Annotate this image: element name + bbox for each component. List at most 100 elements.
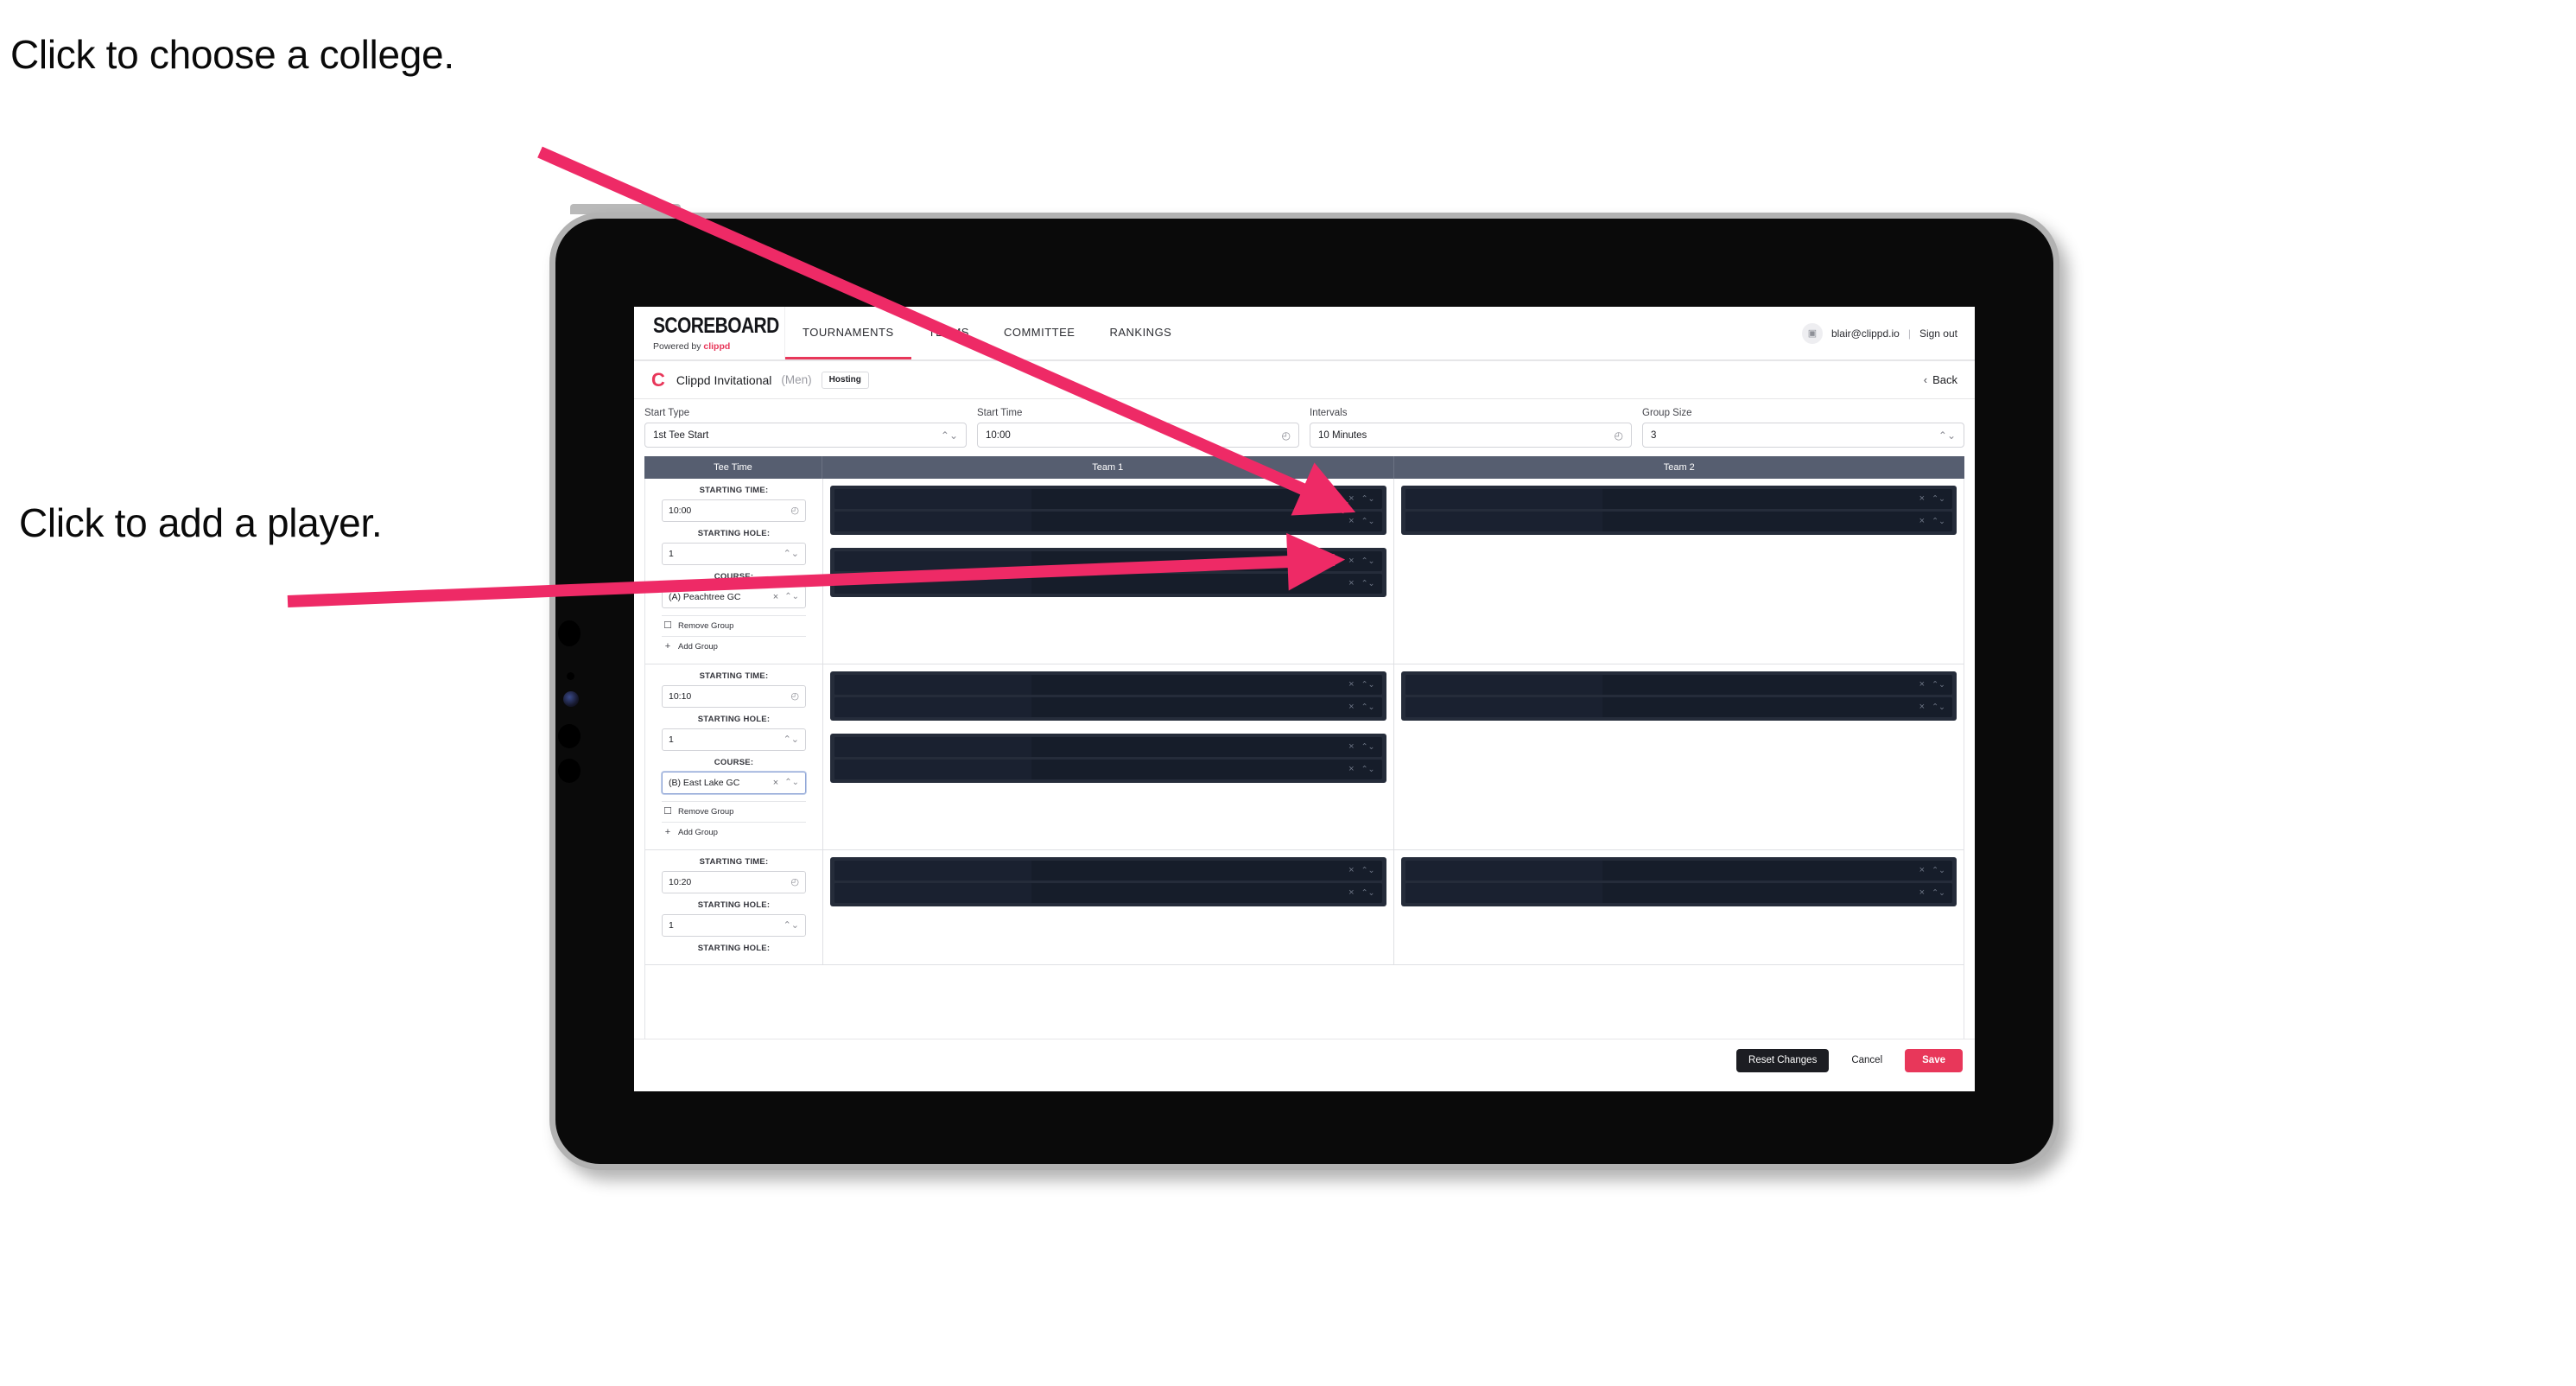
clear-icon[interactable]: × [773,778,784,788]
cancel-button[interactable]: Cancel [1839,1049,1894,1073]
starting-time-input[interactable]: 10:10 ◴ [662,685,806,708]
status-badge[interactable]: Hosting [821,371,869,389]
chevron-updown-icon[interactable]: ⌃⌄ [1361,518,1375,526]
brand-logo[interactable]: SCOREBOARD Powered by clippd [634,307,785,359]
chevron-updown-icon[interactable]: ⌃⌄ [1361,580,1375,588]
clear-icon[interactable]: × [1919,494,1925,504]
nav-tab-tournaments[interactable]: TOURNAMENTS [785,307,911,359]
chevron-updown-icon[interactable]: ⌃⌄ [784,593,799,601]
remove-group-button-label: Remove Group [678,621,734,631]
clear-icon[interactable]: × [1348,517,1354,526]
player-slot[interactable]: × ⌃⌄ [1405,883,1952,903]
chevron-updown-icon[interactable]: ⌃⌄ [1361,867,1375,875]
add-group-button[interactable]: + Add Group [662,822,806,842]
clear-icon[interactable]: × [1919,517,1925,526]
clear-icon[interactable]: × [1919,888,1925,898]
starting-hole-input[interactable]: 1 ⌃⌄ [662,914,806,937]
stepper-icon: ⌃⌄ [1938,429,1956,442]
avatar[interactable]: ▣ [1801,322,1823,344]
clock-icon[interactable]: ◴ [790,877,799,887]
chevron-updown-icon[interactable]: ⌃⌄ [784,549,799,559]
chevron-updown-icon[interactable]: ⌃⌄ [1361,766,1375,774]
sign-out-link[interactable]: Sign out [1919,327,1957,340]
player-slot[interactable]: × ⌃⌄ [834,574,1382,594]
starting-time-input[interactable]: 10:20 ◴ [662,871,806,893]
start-type-select[interactable]: 1st Tee Start ⌃⌄ [644,423,967,448]
plus-icon: + [664,641,671,652]
account-email[interactable]: blair@clippd.io [1831,327,1900,340]
chevron-updown-icon[interactable]: ⌃⌄ [1361,557,1375,566]
back-button[interactable]: ‹ Back [1924,373,1957,386]
clear-icon[interactable]: × [1348,866,1354,875]
nav-tab-committee[interactable]: COMMITTEE [987,307,1093,359]
remove-group-button[interactable]: ☐ Remove Group [662,801,806,822]
add-group-button-label: Add Group [678,642,718,652]
clear-icon[interactable]: × [1919,703,1925,712]
starting-hole-input[interactable]: 1 ⌃⌄ [662,728,806,751]
player-slot-placeholder [834,760,1032,779]
player-slot[interactable]: × ⌃⌄ [834,883,1382,903]
add-group-button[interactable]: + Add Group [662,636,806,657]
clear-icon[interactable]: × [1348,579,1354,588]
chevron-updown-icon[interactable]: ⌃⌄ [784,734,799,745]
player-slot[interactable]: × ⌃⌄ [1405,489,1952,509]
chevron-updown-icon[interactable]: ⌃⌄ [1361,495,1375,504]
chevron-updown-icon[interactable]: ⌃⌄ [1932,889,1945,898]
chevron-updown-icon[interactable]: ⌃⌄ [1932,703,1945,712]
clock-icon[interactable]: ◴ [790,505,799,516]
clear-icon[interactable]: × [1348,888,1354,898]
nav-tab-rankings[interactable]: RANKINGS [1092,307,1189,359]
remove-group-button[interactable]: ☐ Remove Group [662,615,806,636]
tee-sheet-table-body[interactable]: STARTING TIME: 10:00 ◴ STARTING HOLE: 1 ⌃⌄ COU… [644,479,1964,1039]
reset-changes-button[interactable]: Reset Changes [1736,1048,1830,1073]
player-slot[interactable]: × ⌃⌄ [834,551,1382,571]
field-group-size: Group Size 3 ⌃⌄ [1642,408,1964,448]
start-time-input[interactable]: 10:00 ◴ [977,423,1299,448]
clear-icon[interactable]: × [1348,680,1354,690]
player-slot[interactable]: × ⌃⌄ [1405,675,1952,695]
nav-tab-teams[interactable]: TEAMS [911,307,987,359]
starting-hole-input[interactable]: 1 ⌃⌄ [662,543,806,565]
chevron-updown-icon[interactable]: ⌃⌄ [1361,889,1375,898]
player-slot[interactable]: × ⌃⌄ [1405,512,1952,531]
player-group-panel: × ⌃⌄ × ⌃⌄ [830,548,1386,597]
chevron-updown-icon[interactable]: ⌃⌄ [784,779,799,787]
chevron-updown-icon[interactable]: ⌃⌄ [1932,681,1945,690]
player-group-panel: × ⌃⌄ × ⌃⌄ [1400,671,1957,721]
chevron-updown-icon[interactable]: ⌃⌄ [1361,743,1375,752]
chevron-updown-icon[interactable]: ⌃⌄ [1932,867,1945,875]
group-size-stepper[interactable]: 3 ⌃⌄ [1642,423,1964,448]
player-slot[interactable]: × ⌃⌄ [834,489,1382,509]
course-select[interactable]: (B) East Lake GC × ⌃⌄ [662,772,806,794]
course-select[interactable]: (A) Peachtree GC × ⌃⌄ [662,586,806,608]
chevron-updown-icon[interactable]: ⌃⌄ [784,920,799,931]
intervals-select[interactable]: 10 Minutes ◴ [1310,423,1632,448]
chevron-updown-icon[interactable]: ⌃⌄ [1932,518,1945,526]
player-slot[interactable]: × ⌃⌄ [1405,697,1952,717]
player-slot[interactable]: × ⌃⌄ [834,675,1382,695]
nav-tab-rankings-label: RANKINGS [1109,325,1172,339]
player-slot[interactable]: × ⌃⌄ [834,737,1382,757]
player-group-panel: × ⌃⌄ × ⌃⌄ [1400,486,1957,535]
clear-icon[interactable]: × [1348,494,1354,504]
starting-time-input[interactable]: 10:00 ◴ [662,499,806,522]
player-slot[interactable]: × ⌃⌄ [834,512,1382,531]
chevron-updown-icon[interactable]: ⌃⌄ [1932,495,1945,504]
clear-icon[interactable]: × [1348,556,1354,566]
clear-icon[interactable]: × [1348,703,1354,712]
tee-time-group-row: STARTING TIME: 10:10 ◴ STARTING HOLE: 1 ⌃⌄ COU… [645,664,1964,850]
save-button[interactable]: Save [1905,1048,1963,1073]
starting-time-input-value: 10:00 [669,505,692,516]
player-slot[interactable]: × ⌃⌄ [834,697,1382,717]
clear-icon[interactable]: × [1348,742,1354,752]
clear-icon[interactable]: × [1348,765,1354,774]
chevron-updown-icon[interactable]: ⌃⌄ [1361,681,1375,690]
clock-icon[interactable]: ◴ [790,691,799,702]
player-slot[interactable]: × ⌃⌄ [834,861,1382,881]
clear-icon[interactable]: × [773,592,784,602]
clear-icon[interactable]: × [1919,680,1925,690]
chevron-updown-icon[interactable]: ⌃⌄ [1361,703,1375,712]
player-slot[interactable]: × ⌃⌄ [834,760,1382,779]
player-slot[interactable]: × ⌃⌄ [1405,861,1952,881]
clear-icon[interactable]: × [1919,866,1925,875]
